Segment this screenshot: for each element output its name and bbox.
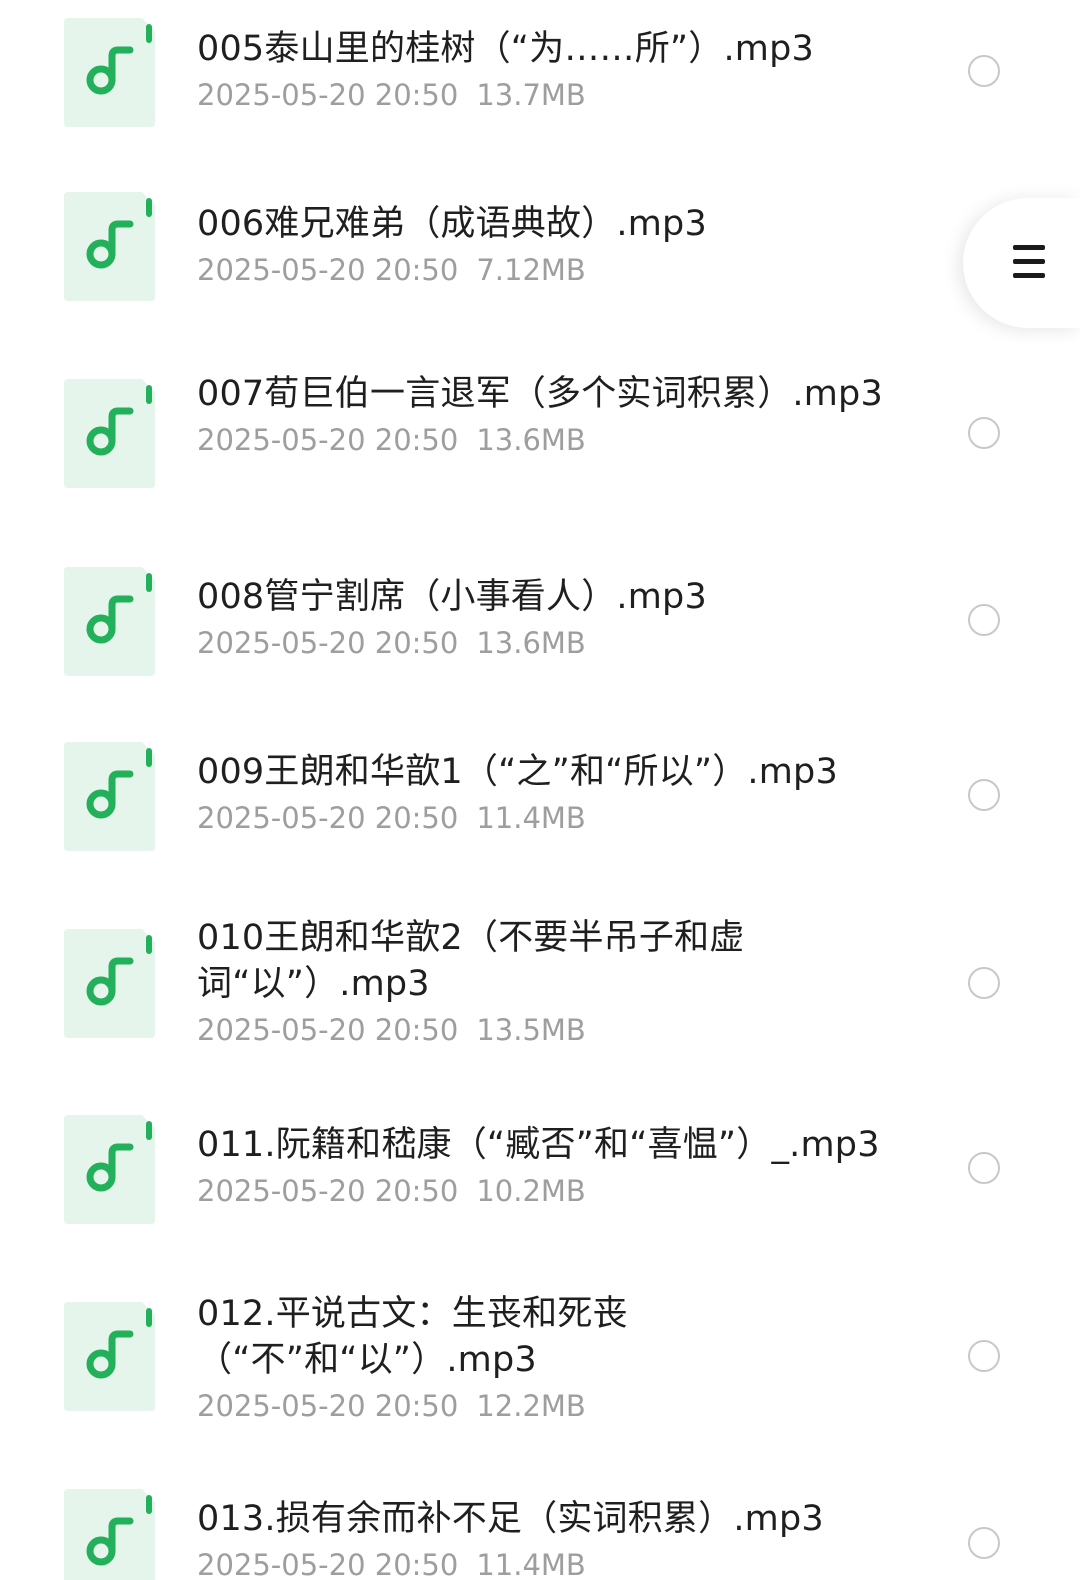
file-list: 005泰山里的桂树（“为……所”）.mp3 2025-05-20 20:50 13… bbox=[0, 0, 1080, 1580]
file-text: 006难兄难弟（成语典故）.mp3 2025-05-20 20:50 7.12MB bbox=[197, 201, 887, 289]
file-text: 009王朗和华歆1（“之”和“所以”）.mp3 2025-05-20 20:50… bbox=[197, 749, 887, 837]
file-date: 2025-05-20 20:50 bbox=[197, 801, 459, 835]
file-date: 2025-05-20 20:50 bbox=[197, 423, 459, 457]
file-text: 005泰山里的桂树（“为……所”）.mp3 2025-05-20 20:50 13… bbox=[197, 26, 887, 114]
file-row[interactable]: 008管宁割席（小事看人）.mp3 2025-05-20 20:50 13.6MB bbox=[0, 540, 1080, 715]
file-size: 10.2MB bbox=[476, 1174, 586, 1208]
file-date: 2025-05-20 20:50 bbox=[197, 626, 459, 660]
select-radio[interactable] bbox=[968, 779, 1000, 811]
select-radio[interactable] bbox=[968, 1152, 1000, 1184]
file-row[interactable]: 010王朗和华歆2（不要半吊子和虚词“以”）.mp3 2025-05-20 20… bbox=[0, 895, 1080, 1085]
file-date: 2025-05-20 20:50 bbox=[197, 1548, 459, 1580]
music-note-icon bbox=[64, 1489, 155, 1580]
music-note-icon bbox=[64, 567, 155, 676]
file-date: 2025-05-20 20:50 bbox=[197, 1013, 459, 1047]
file-name: 005泰山里的桂树（“为……所”）.mp3 bbox=[197, 29, 814, 69]
file-text: 012.平说古文：生丧和死丧（“不”和“以”）.mp3 2025-05-20 2… bbox=[197, 1291, 887, 1425]
file-date: 2025-05-20 20:50 bbox=[197, 1389, 459, 1423]
music-note-icon bbox=[64, 192, 155, 301]
file-name: 013.损有余而补不足（实词积累）.mp3 bbox=[197, 1499, 824, 1539]
file-size: 13.7MB bbox=[476, 78, 586, 112]
file-meta: 2025-05-20 20:50 11.4MB bbox=[197, 1546, 887, 1580]
music-note-icon bbox=[64, 1115, 155, 1224]
music-note-icon bbox=[64, 1302, 155, 1411]
select-radio[interactable] bbox=[968, 1527, 1000, 1559]
file-meta: 2025-05-20 20:50 12.2MB bbox=[197, 1387, 887, 1425]
file-name: 010王朗和华歆2（不要半吊子和虚词“以”）.mp3 bbox=[197, 918, 745, 1004]
file-date: 2025-05-20 20:50 bbox=[197, 1174, 459, 1208]
file-name: 008管宁割席（小事看人）.mp3 bbox=[197, 577, 707, 617]
music-note-icon bbox=[64, 742, 155, 851]
file-date: 2025-05-20 20:50 bbox=[197, 78, 459, 112]
file-text: 011.阮籍和嵇康（“臧否”和“喜愠”）_.mp3 2025-05-20 20:… bbox=[197, 1122, 887, 1210]
file-size: 11.4MB bbox=[476, 801, 586, 835]
file-meta: 2025-05-20 20:50 7.12MB bbox=[197, 251, 887, 289]
select-radio[interactable] bbox=[968, 967, 1000, 999]
file-meta: 2025-05-20 20:50 11.4MB bbox=[197, 799, 887, 837]
file-text: 010王朗和华歆2（不要半吊子和虚词“以”）.mp3 2025-05-20 20… bbox=[197, 915, 887, 1049]
music-note-icon bbox=[64, 18, 155, 127]
file-name: 006难兄难弟（成语典故）.mp3 bbox=[197, 204, 707, 244]
file-name: 007荀巨伯一言退军（多个实词积累）.mp3 bbox=[197, 374, 883, 414]
file-row[interactable]: 012.平说古文：生丧和死丧（“不”和“以”）.mp3 2025-05-20 2… bbox=[0, 1265, 1080, 1465]
select-radio[interactable] bbox=[968, 1340, 1000, 1372]
file-row[interactable]: 009王朗和华歆1（“之”和“所以”）.mp3 2025-05-20 20:50… bbox=[0, 715, 1080, 895]
file-size: 13.6MB bbox=[476, 423, 586, 457]
file-text: 008管宁割席（小事看人）.mp3 2025-05-20 20:50 13.6MB bbox=[197, 574, 887, 662]
file-size: 13.6MB bbox=[476, 626, 586, 660]
file-row[interactable]: 006难兄难弟（成语典故）.mp3 2025-05-20 20:50 7.12MB bbox=[0, 170, 1080, 350]
file-size: 7.12MB bbox=[476, 253, 586, 287]
file-name: 011.阮籍和嵇康（“臧否”和“喜愠”）_.mp3 bbox=[197, 1125, 880, 1165]
music-note-icon bbox=[64, 929, 155, 1038]
select-radio[interactable] bbox=[968, 604, 1000, 636]
file-text: 007荀巨伯一言退军（多个实词积累）.mp3 2025-05-20 20:50 1… bbox=[197, 371, 887, 459]
select-radio[interactable] bbox=[968, 417, 1000, 449]
file-date: 2025-05-20 20:50 bbox=[197, 253, 459, 287]
file-row[interactable]: 013.损有余而补不足（实词积累）.mp3 2025-05-20 20:50 11… bbox=[0, 1465, 1080, 1580]
file-size: 13.5MB bbox=[476, 1013, 586, 1047]
file-row[interactable]: 011.阮籍和嵇康（“臧否”和“喜愠”）_.mp3 2025-05-20 20:… bbox=[0, 1085, 1080, 1265]
music-note-icon bbox=[64, 379, 155, 488]
file-row[interactable]: 005泰山里的桂树（“为……所”）.mp3 2025-05-20 20:50 13… bbox=[0, 0, 1080, 170]
file-meta: 2025-05-20 20:50 13.6MB bbox=[197, 624, 887, 662]
file-text: 013.损有余而补不足（实词积累）.mp3 2025-05-20 20:50 11… bbox=[197, 1496, 887, 1580]
file-name: 009王朗和华歆1（“之”和“所以”）.mp3 bbox=[197, 752, 838, 792]
file-size: 11.4MB bbox=[476, 1548, 586, 1580]
file-row[interactable]: 007荀巨伯一言退军（多个实词积累）.mp3 2025-05-20 20:50 1… bbox=[0, 350, 1080, 540]
select-radio[interactable] bbox=[968, 55, 1000, 87]
file-meta: 2025-05-20 20:50 13.6MB bbox=[197, 421, 887, 459]
file-meta: 2025-05-20 20:50 10.2MB bbox=[197, 1172, 887, 1210]
file-meta: 2025-05-20 20:50 13.7MB bbox=[197, 76, 887, 114]
file-name: 012.平说古文：生丧和死丧（“不”和“以”）.mp3 bbox=[197, 1294, 628, 1380]
file-meta: 2025-05-20 20:50 13.5MB bbox=[197, 1011, 887, 1049]
file-size: 12.2MB bbox=[476, 1389, 586, 1423]
